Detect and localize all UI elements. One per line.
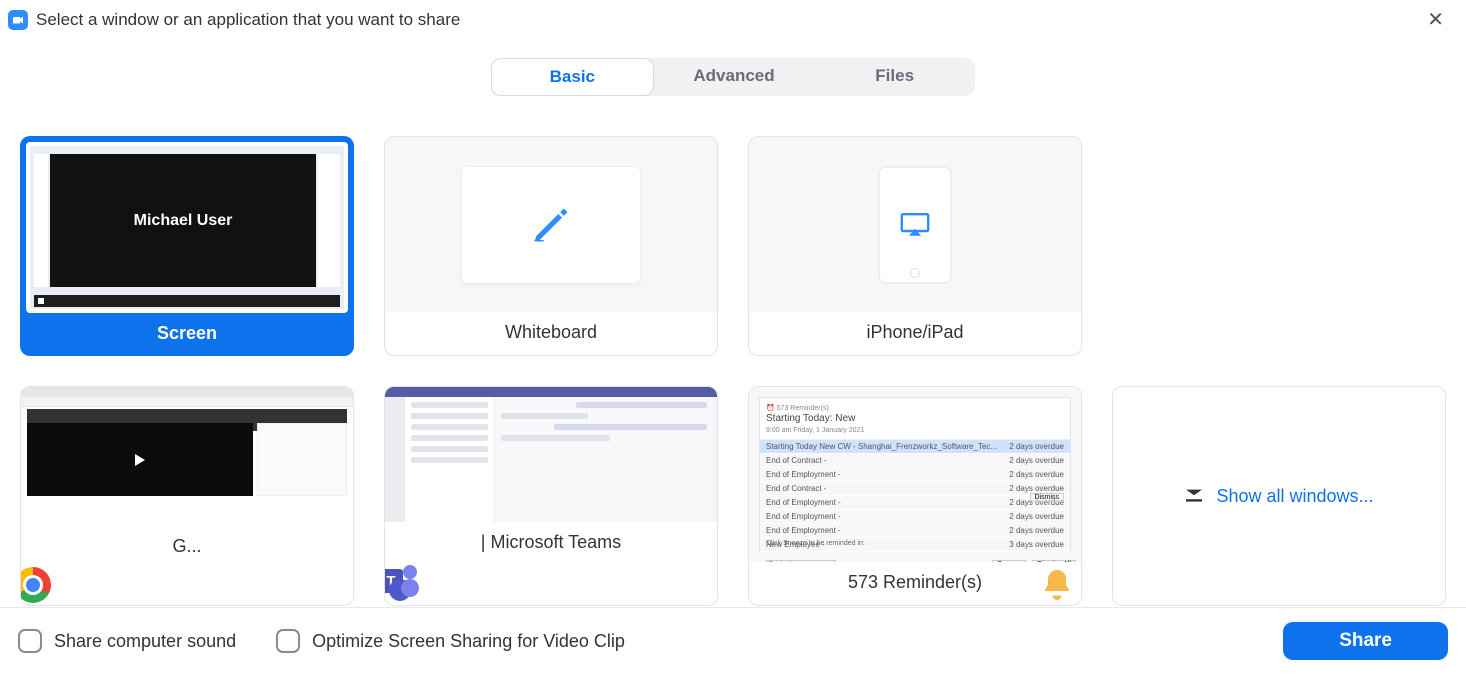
reminder-row: End of Contract -2 days overdue [760,482,1070,496]
source-reminders-label: 573 Reminder(s) [749,562,1081,605]
close-icon[interactable]: ✕ [1419,8,1452,32]
reminder-row: Starting Today New CW - Shanghai_Frenzwo… [760,440,1070,454]
show-all-windows-label: Show all windows... [1216,486,1373,507]
tab-advanced[interactable]: Advanced [654,58,815,96]
pen-icon [529,203,573,247]
source-chrome-label: G... [21,526,353,569]
tab-files[interactable]: Files [814,58,975,96]
reminders-preview: ⏰ 573 Reminder(s) Starting Today: New 9:… [749,387,1081,562]
source-teams[interactable]: | Microsoft Teams [384,386,718,606]
reminder-row: End of Employment -2 days overdue [760,496,1070,510]
dialog-footer: Share computer sound Optimize Screen Sha… [0,607,1466,674]
checkbox-icon [276,629,300,653]
screen-preview-username: Michael User [50,154,316,287]
reminder-row: End of Contract -2 days overdue [760,454,1070,468]
zoom-app-icon [8,10,28,30]
checkbox-share-sound[interactable]: Share computer sound [18,629,236,653]
source-screen-label: Screen [20,313,354,356]
teams-icon [384,563,419,603]
reminder-rows: Starting Today New CW - Shanghai_Frenzwo… [760,440,1070,552]
reminder-row: End of Employment -2 days overdue [760,510,1070,524]
source-screen[interactable]: Michael User Screen [20,136,354,356]
share-sources-grid: Michael User Screen Whiteboard [20,136,1446,606]
dialog-title: Select a window or an application that y… [36,10,460,30]
optimize-label: Optimize Screen Sharing for Video Clip [312,631,625,652]
reminder-subtitle: 9:00 am Friday, 1 January 2021 [766,427,864,434]
whiteboard-preview [385,137,717,312]
checkbox-optimize-video[interactable]: Optimize Screen Sharing for Video Clip [276,629,625,653]
source-chrome[interactable]: G... [20,386,354,606]
airplay-icon [900,213,930,237]
reminder-row: End of Employment -2 days overdue [760,468,1070,482]
tab-basic[interactable]: Basic [491,58,654,96]
collapse-icon [1184,488,1204,504]
share-mode-tabs: Basic Advanced Files [491,58,975,96]
source-iphone-label: iPhone/iPad [749,312,1081,355]
source-teams-label: | Microsoft Teams [385,522,717,565]
chrome-preview [21,387,353,526]
share-sound-label: Share computer sound [54,631,236,652]
source-whiteboard[interactable]: Whiteboard [384,136,718,356]
show-all-windows[interactable]: Show all windows... [1112,386,1446,606]
source-reminders[interactable]: ⏰ 573 Reminder(s) Starting Today: New 9:… [748,386,1082,606]
source-whiteboard-label: Whiteboard [385,312,717,355]
bell-icon [1039,567,1075,603]
iphone-preview [749,137,1081,312]
dialog-header: Select a window or an application that y… [0,0,1466,36]
chrome-icon [20,567,51,603]
source-iphone-ipad[interactable]: iPhone/iPad [748,136,1082,356]
reminder-title: Starting Today: New [766,413,855,424]
reminder-row: End of Employment -2 days overdue [760,524,1070,538]
teams-preview [385,387,717,522]
checkbox-icon [18,629,42,653]
share-button[interactable]: Share [1283,622,1448,660]
screen-preview: Michael User [26,142,348,313]
